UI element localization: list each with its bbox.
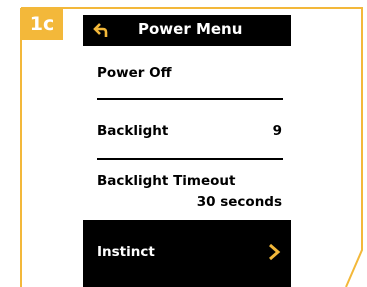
menu-header: Power Menu bbox=[83, 15, 291, 46]
device-screen: Power Menu Power Off Backlight 9 Backlig… bbox=[83, 15, 291, 287]
menu-item-backlight[interactable]: Backlight bbox=[97, 123, 168, 139]
menu-item-power-off[interactable]: Power Off bbox=[97, 65, 172, 81]
menu-item-instinct[interactable]: Instinct bbox=[83, 220, 291, 287]
back-arrow-icon[interactable] bbox=[92, 21, 110, 39]
menu-item-backlight-timeout[interactable]: Backlight Timeout bbox=[97, 173, 235, 189]
menu-title: Power Menu bbox=[138, 20, 243, 38]
menu-item-instinct-label: Instinct bbox=[97, 244, 155, 260]
divider bbox=[97, 98, 283, 100]
backlight-value: 9 bbox=[272, 123, 282, 139]
backlight-timeout-value: 30 seconds bbox=[196, 194, 282, 210]
step-badge: 1c bbox=[21, 8, 63, 40]
chevron-right-icon bbox=[269, 243, 281, 261]
divider bbox=[97, 158, 283, 160]
